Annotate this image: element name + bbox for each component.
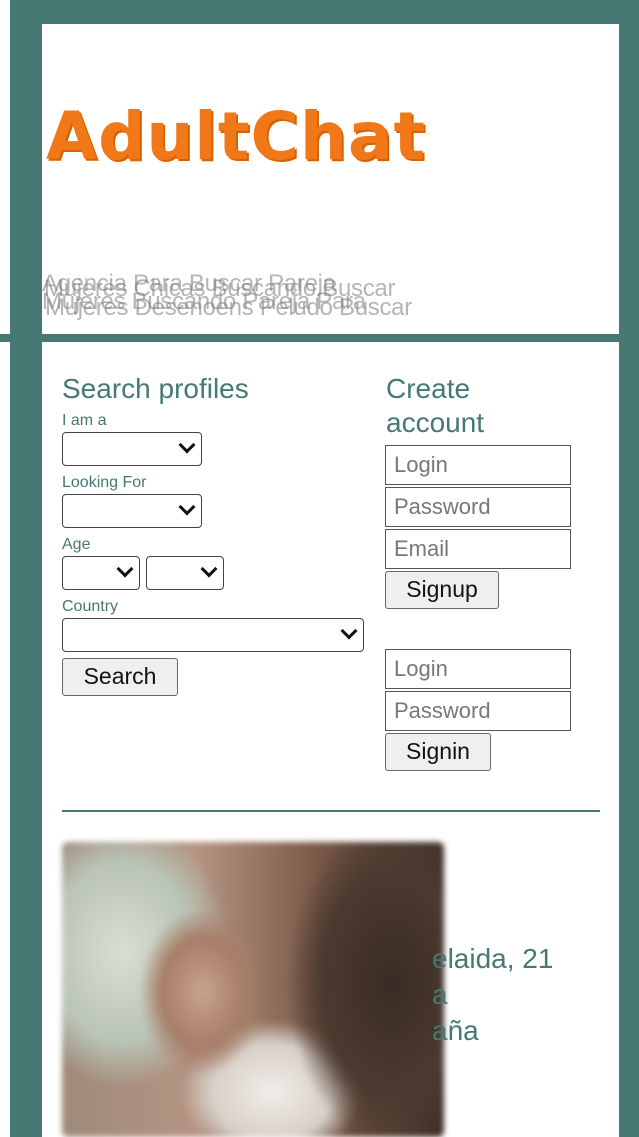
signin-password-field[interactable]: Password — [385, 691, 571, 731]
signup-login-field[interactable]: Login — [385, 445, 571, 485]
looking-for-select[interactable] — [62, 494, 202, 528]
looking-for-label: Looking For — [62, 474, 147, 491]
main-content: Search profiles I am a Looking For Age C… — [42, 342, 619, 1137]
site-logo[interactable]: AdultChat — [46, 98, 426, 175]
chevron-down-icon — [178, 498, 196, 516]
chevron-down-icon — [200, 560, 218, 578]
chevron-down-icon — [340, 622, 358, 640]
search-button[interactable]: Search — [62, 658, 178, 696]
page: AdultChat Agencia Para Buscar Pareja Muj… — [0, 0, 639, 1137]
age-min-select[interactable] — [62, 556, 140, 590]
right-border — [619, 0, 639, 1137]
top-border — [0, 0, 639, 24]
iam-label: I am a — [62, 412, 107, 429]
site-header: AdultChat Agencia Para Buscar Pareja Muj… — [42, 24, 619, 334]
signin-button[interactable]: Signin — [385, 733, 491, 771]
signin-login-field[interactable]: Login — [385, 649, 571, 689]
profile-city: a — [432, 979, 448, 1010]
country-label: Country — [62, 598, 119, 615]
chevron-down-icon — [116, 560, 134, 578]
create-account-title: Create — [386, 373, 471, 404]
iam-select[interactable] — [62, 432, 202, 466]
signup-email-field[interactable]: Email — [385, 529, 571, 569]
search-profiles-title: Search profiles — [62, 373, 249, 404]
create-account-title: account — [386, 407, 485, 438]
profile-photo[interactable] — [62, 842, 444, 1137]
age-label: Age — [62, 536, 91, 553]
age-max-select[interactable] — [146, 556, 224, 590]
tagline[interactable]: Mujeres Desenoens Peludo Buscar — [45, 294, 412, 322]
section-divider — [62, 810, 600, 812]
country-select[interactable] — [62, 618, 364, 652]
chevron-down-icon — [178, 436, 196, 454]
profile-name-age[interactable]: elaida, 21 — [432, 942, 553, 976]
signup-password-field[interactable]: Password — [385, 487, 571, 527]
signup-button[interactable]: Signup — [385, 571, 499, 609]
header-separator — [0, 334, 639, 342]
profile-country: aña — [432, 1015, 479, 1046]
left-edge — [0, 0, 10, 1137]
